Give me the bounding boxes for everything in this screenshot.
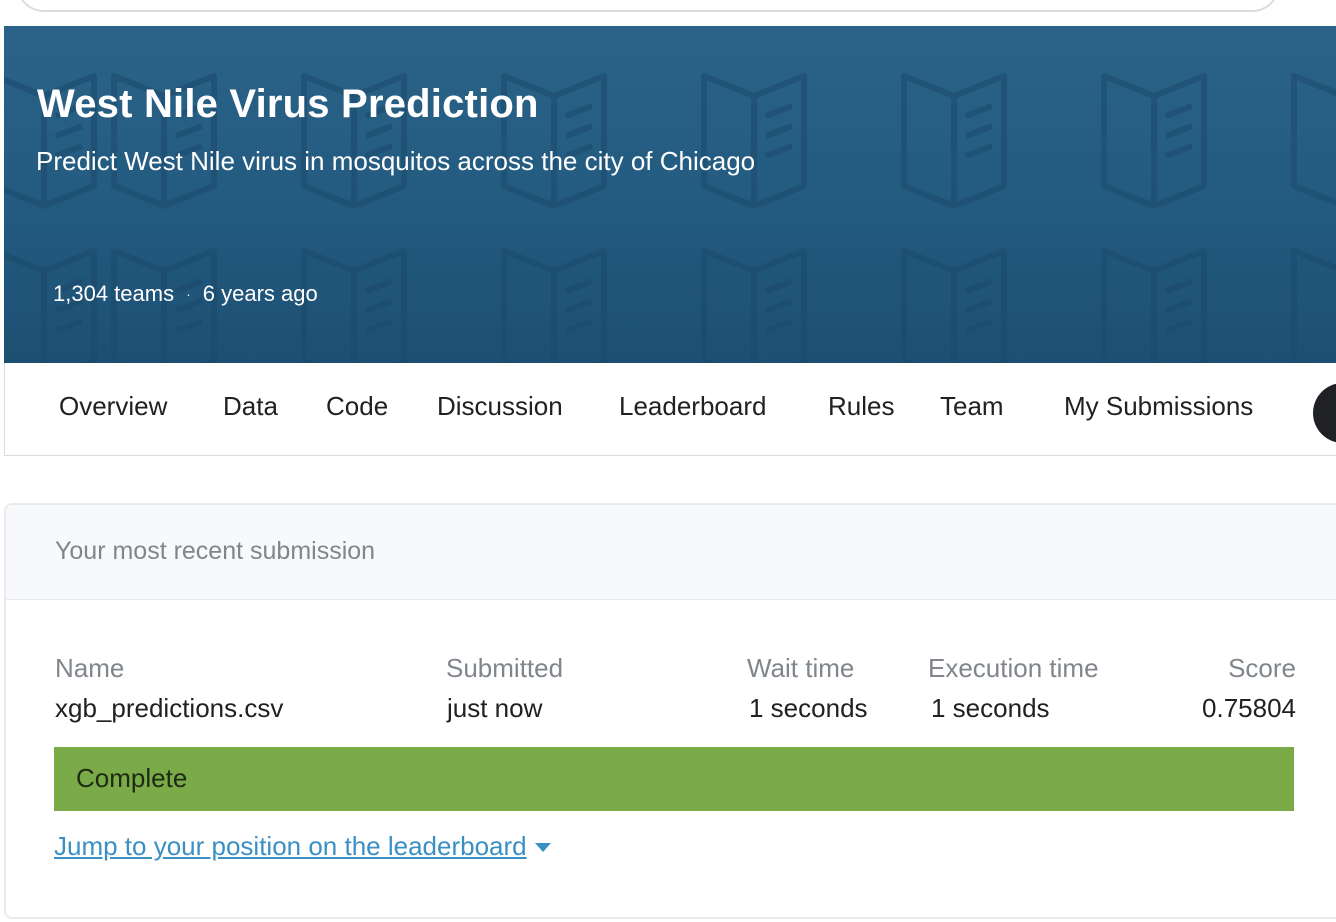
column-header-name: Name <box>55 653 125 683</box>
competition-header: West Nile Virus Prediction Predict West … <box>4 26 1336 363</box>
jump-link-label: Jump to your position on the leaderboard <box>54 831 527 861</box>
status-bar: Complete <box>54 747 1294 811</box>
submission-submitted: just now <box>447 693 543 723</box>
team-count: 1,304 teams <box>53 281 175 306</box>
open-book-pattern-icon <box>4 26 1336 363</box>
tab-team[interactable]: Team <box>940 391 1004 422</box>
tab-data[interactable]: Data <box>223 391 278 422</box>
column-header-wait-time: Wait time <box>747 653 855 683</box>
card-title: Your most recent submission <box>55 537 376 565</box>
column-header-score: Score <box>1228 653 1296 683</box>
tab-overview[interactable]: Overview <box>59 391 167 422</box>
submission-score: 0.75804 <box>1202 693 1296 723</box>
column-header-execution-time: Execution time <box>928 653 1099 683</box>
submission-name: xgb_predictions.csv <box>55 693 284 723</box>
card-header: Your most recent submission <box>6 505 1336 600</box>
submission-execution-time: 1 seconds <box>931 693 1050 723</box>
search-bar[interactable] <box>16 0 1280 12</box>
competition-title: West Nile Virus Prediction <box>37 82 539 126</box>
tab-overflow-button[interactable] <box>1313 383 1336 443</box>
tab-my-submissions[interactable]: My Submissions <box>1064 391 1253 422</box>
recent-submission-card: Your most recent submission Name Submitt… <box>4 503 1336 919</box>
tab-discussion[interactable]: Discussion <box>437 391 563 422</box>
meta-separator: · <box>186 286 191 302</box>
competition-meta: 1,304 teams · 6 years ago <box>53 281 318 307</box>
competition-age: 6 years ago <box>202 281 318 306</box>
tab-leaderboard[interactable]: Leaderboard <box>619 391 766 422</box>
submission-wait-time: 1 seconds <box>749 693 868 723</box>
status-label: Complete <box>76 763 188 793</box>
tab-rules[interactable]: Rules <box>828 391 894 422</box>
competition-tabs: Overview Data Code Discussion Leaderboar… <box>4 363 1336 456</box>
competition-subtitle: Predict West Nile virus in mosquitos acr… <box>36 146 756 176</box>
tab-code[interactable]: Code <box>326 391 388 422</box>
caret-down-icon <box>534 843 551 852</box>
column-header-submitted: Submitted <box>446 653 564 683</box>
jump-to-leaderboard-link[interactable]: Jump to your position on the leaderboard <box>54 831 551 862</box>
